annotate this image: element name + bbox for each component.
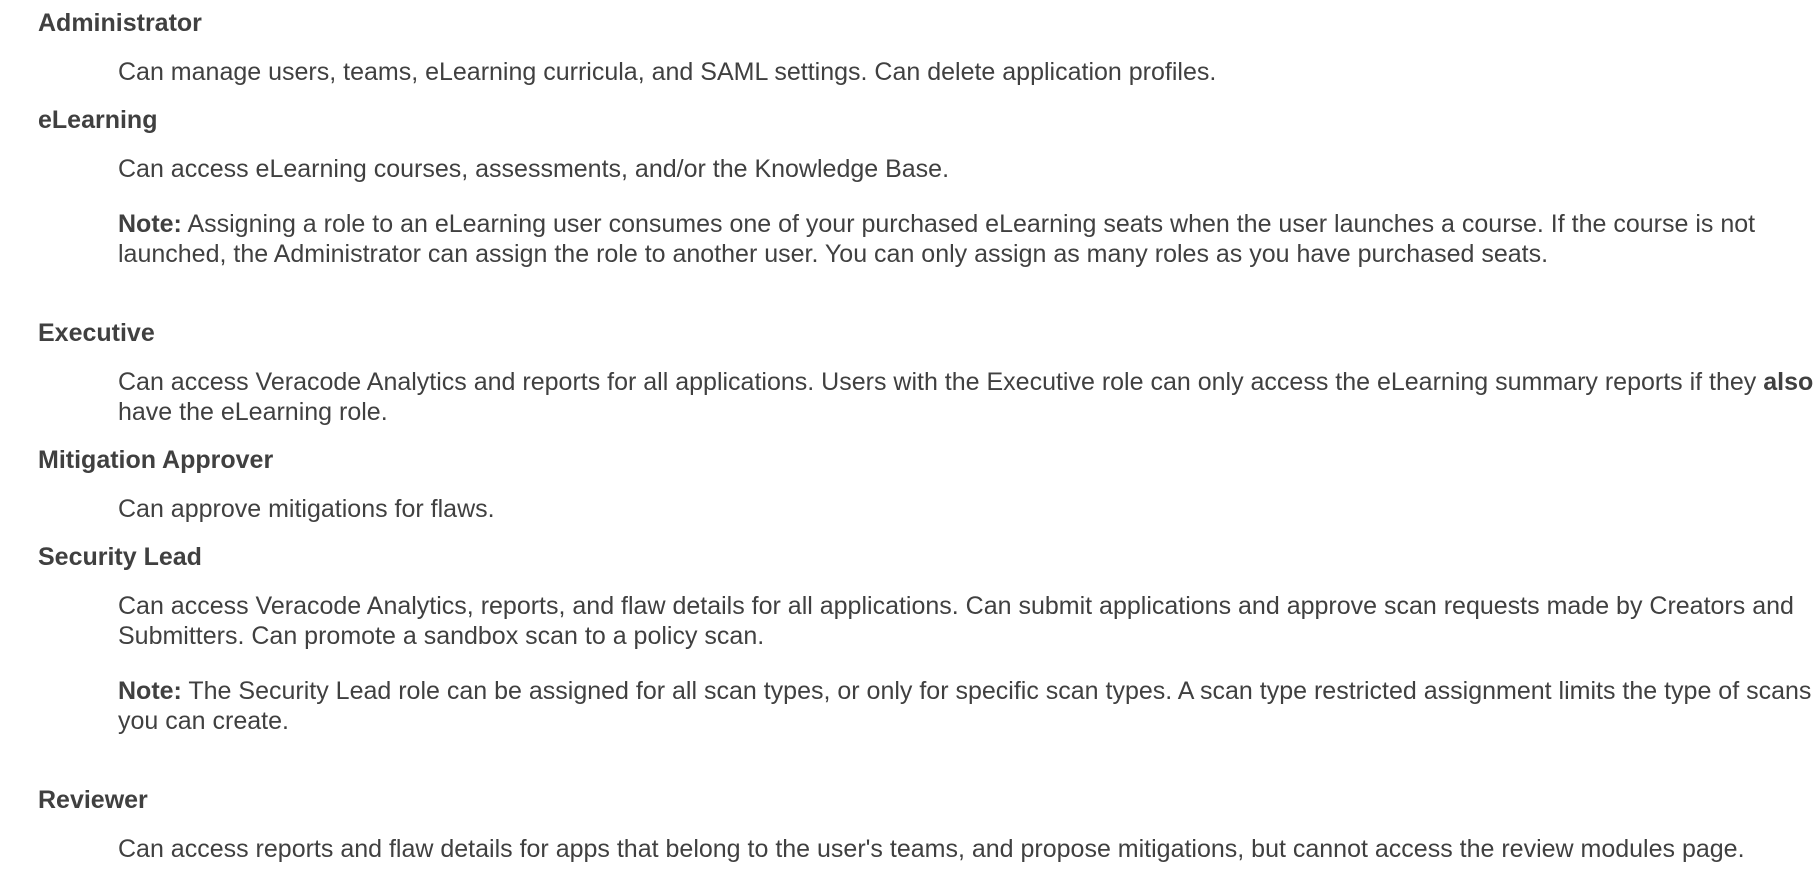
role-description-text: Can manage users, teams, eLearning curri… [118,58,1217,86]
role-title-mitigation-approver: Mitigation Approver [38,446,274,474]
role-description-administrator: Can manage users, teams, eLearning curri… [118,57,1818,87]
description-part-2: have the eLearning role. [118,398,388,426]
role-description-executive: Can access Veracode Analytics and report… [118,367,1818,427]
role-title-reviewer: Reviewer [38,786,148,814]
role-note: Note: Assigning a role to an eLearning u… [118,209,1818,269]
role-description-text: Can access reports and flaw details for … [118,835,1745,863]
description-part-1: Can access Veracode Analytics and report… [118,368,1764,396]
note-text: The Security Lead role can be assigned f… [118,677,1812,735]
role-title-executive: Executive [38,319,155,347]
description-emphasis: also [1763,368,1814,396]
role-description-text: Can access eLearning courses, assessment… [118,155,950,183]
role-description-text: Can access Veracode Analytics, reports, … [118,592,1794,650]
role-title-elearning: eLearning [38,106,158,134]
role-description-mitigation-approver: Can approve mitigations for flaws. [118,494,1818,524]
role-note: Note: The Security Lead role can be assi… [118,676,1818,736]
role-title-security-lead: Security Lead [38,543,202,571]
role-description-elearning: Can access eLearning courses, assessment… [118,154,1818,269]
role-description-text: Can approve mitigations for flaws. [118,495,495,523]
roles-definition-list: Administrator Can manage users, teams, e… [0,0,1818,864]
note-label: Note: [118,677,182,705]
role-description-security-lead: Can access Veracode Analytics, reports, … [118,591,1818,736]
role-description-text: Can access Veracode Analytics and report… [118,367,1818,427]
note-label: Note: [118,210,182,238]
note-text: Assigning a role to an eLearning user co… [118,210,1756,268]
role-title-administrator: Administrator [38,9,202,37]
role-description-reviewer: Can access reports and flaw details for … [118,834,1818,864]
